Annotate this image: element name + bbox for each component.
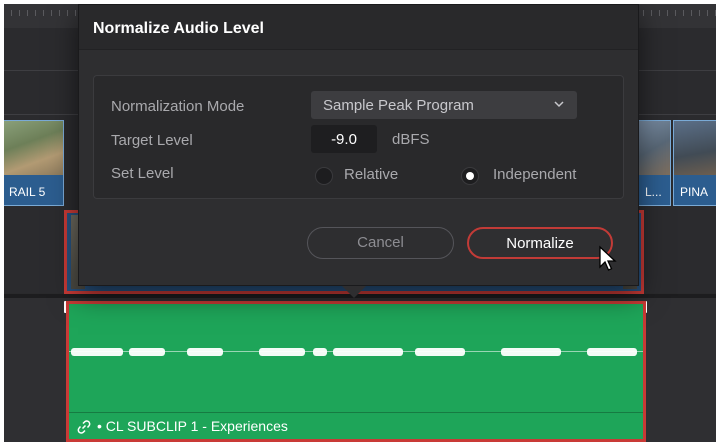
radio-independent-label[interactable]: Independent [493, 166, 576, 183]
normalization-mode-label: Normalization Mode [111, 98, 245, 115]
target-level-label: Target Level [111, 132, 193, 149]
clip-label: L... [645, 185, 662, 199]
waveform-segment [333, 348, 403, 356]
waveform-segment [587, 348, 637, 356]
clip-thumbnail [4, 121, 63, 175]
dialog-title: Normalize Audio Level [93, 20, 264, 37]
target-level-input[interactable]: -9.0 [311, 125, 377, 153]
waveform-segment [187, 348, 223, 356]
waveform-segment [259, 348, 305, 356]
settings-panel: Normalization Mode Sample Peak Program T… [93, 75, 624, 199]
timeline-frame: RAIL 5 L... PINA • CL SUBCLIP 1 - Experi… [4, 4, 716, 442]
clip-thumbnail [639, 121, 670, 175]
clip-thumbnail [674, 121, 716, 175]
mouse-cursor-icon [599, 245, 617, 271]
waveform-segment [415, 348, 465, 356]
waveform-segment [71, 348, 123, 356]
normalization-mode-value: Sample Peak Program [323, 97, 474, 114]
video-clip-pina[interactable]: PINA [673, 120, 716, 206]
radio-relative-label[interactable]: Relative [344, 166, 398, 183]
target-level-unit: dBFS [392, 131, 430, 148]
audio-clip[interactable]: • CL SUBCLIP 1 - Experiences [66, 301, 646, 442]
clip-label: RAIL 5 [9, 185, 46, 199]
dialog-titlebar[interactable]: Normalize Audio Level [79, 5, 638, 50]
target-level-value: -9.0 [331, 131, 357, 148]
audio-clip-name: • CL SUBCLIP 1 - Experiences [97, 418, 288, 434]
video-clip-rail-5[interactable]: RAIL 5 [4, 120, 64, 206]
clip-label: PINA [680, 185, 709, 199]
waveform-segment [313, 348, 327, 356]
set-level-label: Set Level [111, 165, 174, 182]
cancel-button[interactable]: Cancel [307, 227, 454, 259]
link-icon [77, 420, 91, 434]
waveform-segment [501, 348, 561, 356]
normalize-button[interactable]: Normalize [467, 227, 613, 259]
radio-independent[interactable] [461, 167, 479, 185]
waveform-segment [129, 348, 165, 356]
dialog-pointer [342, 286, 366, 298]
radio-relative[interactable] [315, 167, 333, 185]
normalize-audio-dialog: Normalize Audio Level Normalization Mode… [78, 4, 639, 298]
clip-name-bar: • CL SUBCLIP 1 - Experiences [69, 412, 643, 439]
chevron-down-icon [554, 101, 564, 108]
normalization-mode-dropdown[interactable]: Sample Peak Program [311, 91, 577, 119]
video-clip-l[interactable]: L... [638, 120, 671, 206]
